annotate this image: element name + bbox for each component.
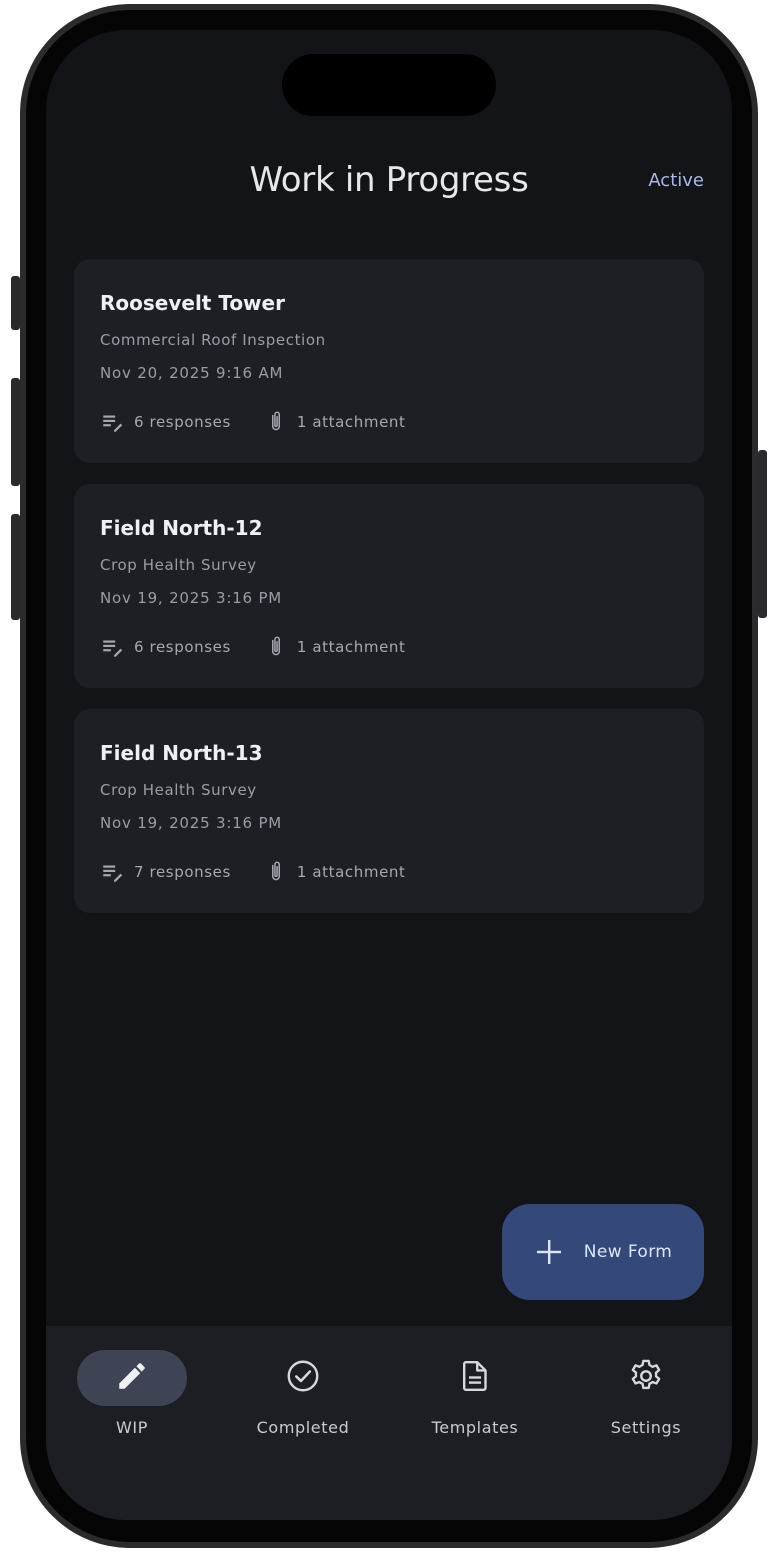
form-date: Nov 19, 2025 3:16 PM (100, 814, 283, 832)
power-button (758, 450, 767, 618)
dynamic-island (282, 54, 496, 116)
action-button (11, 276, 20, 330)
form-title: Field North-12 (100, 516, 263, 540)
app-screen: Work in Progress Active Roosevelt Tower … (46, 30, 732, 1520)
paperclip-icon (263, 634, 289, 660)
new-form-button[interactable]: New Form (502, 1204, 704, 1300)
nav-active-indicator (77, 1350, 187, 1406)
new-form-label: New Form (583, 1242, 673, 1262)
form-meta: 6 responses 1 attachment (100, 409, 406, 435)
nav-item-wip[interactable]: WIP (52, 1350, 212, 1437)
nav-item-completed[interactable]: Completed (223, 1350, 383, 1437)
volume-down-button (11, 514, 20, 620)
form-title: Field North-13 (100, 741, 263, 765)
form-type: Crop Health Survey (100, 781, 257, 799)
edit-note-icon (100, 634, 126, 660)
form-date: Nov 20, 2025 9:16 AM (100, 364, 284, 382)
nav-icon-wrap (591, 1350, 701, 1406)
form-title: Roosevelt Tower (100, 291, 285, 315)
check-circle-icon (285, 1358, 321, 1398)
paperclip-icon (263, 859, 289, 885)
edit-note-icon (100, 409, 126, 435)
nav-icon-wrap (248, 1350, 358, 1406)
edit-note-icon (100, 859, 126, 885)
nav-label-completed: Completed (256, 1418, 350, 1437)
paperclip-icon (263, 409, 289, 435)
nav-label-wip: WIP (116, 1418, 148, 1437)
nav-item-settings[interactable]: Settings (566, 1350, 726, 1437)
form-card[interactable]: Field North-12 Crop Health Survey Nov 19… (74, 484, 704, 688)
plus-icon (534, 1237, 564, 1267)
form-meta: 7 responses 1 attachment (100, 859, 406, 885)
form-type: Crop Health Survey (100, 556, 257, 574)
pencil-icon (115, 1359, 149, 1397)
form-card[interactable]: Roosevelt Tower Commercial Roof Inspecti… (74, 259, 704, 463)
volume-up-button (11, 378, 20, 486)
attachments-count: 1 attachment (296, 413, 406, 431)
form-type: Commercial Roof Inspection (100, 331, 326, 349)
responses-count: 6 responses (134, 638, 231, 656)
nav-label-settings: Settings (610, 1418, 682, 1437)
bottom-nav: WIP Completed Templates Settings (46, 1326, 732, 1520)
page-title: Work in Progress (249, 160, 529, 200)
form-meta: 6 responses 1 attachment (100, 634, 406, 660)
nav-icon-wrap (420, 1350, 530, 1406)
document-icon (457, 1358, 493, 1398)
responses-count: 7 responses (134, 863, 231, 881)
form-date: Nov 19, 2025 3:16 PM (100, 589, 283, 607)
form-card[interactable]: Field North-13 Crop Health Survey Nov 19… (74, 709, 704, 913)
attachments-count: 1 attachment (296, 638, 406, 656)
nav-item-templates[interactable]: Templates (395, 1350, 555, 1437)
responses-count: 6 responses (134, 413, 231, 431)
status-label: Active (648, 170, 704, 191)
nav-label-templates: Templates (431, 1418, 519, 1437)
attachments-count: 1 attachment (296, 863, 406, 881)
gear-icon (627, 1357, 665, 1399)
